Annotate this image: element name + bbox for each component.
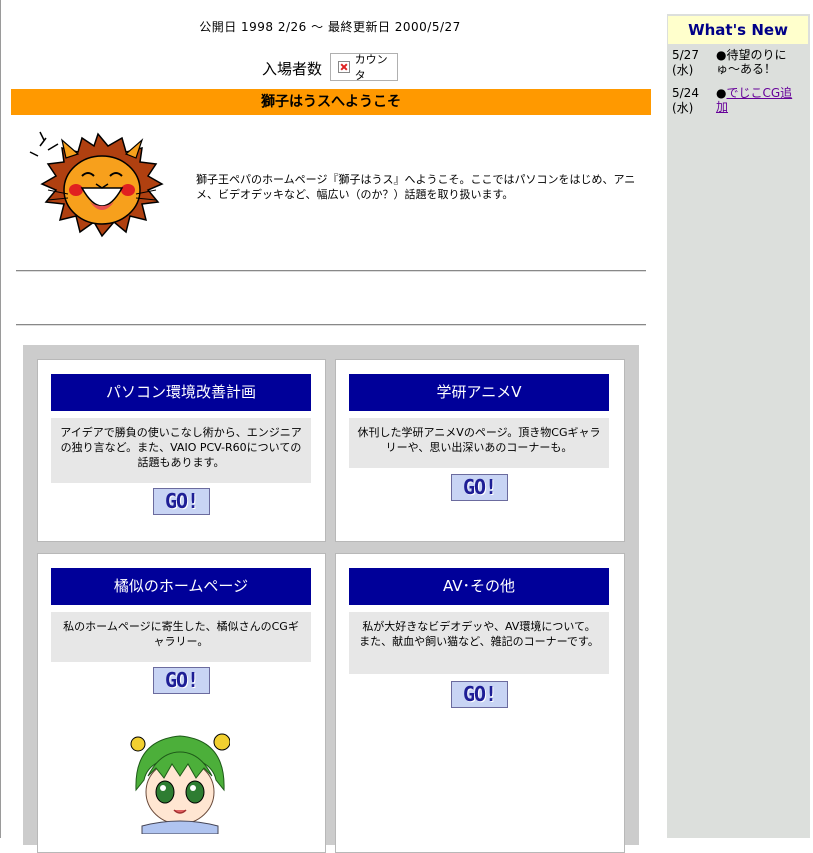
section-card-anime-v: 学研アニメV 休刊した学研アニメVのページ。頂き物CGギャラリーや、思い出深いあ… <box>335 359 625 542</box>
go-button-anime-v[interactable]: GO! <box>451 474 508 501</box>
news-weekday: (水) <box>672 101 694 115</box>
section-title-anime-v: 学研アニメV <box>349 374 609 411</box>
go-button-pc[interactable]: GO! <box>153 488 210 515</box>
lion-mascot-icon <box>29 131 164 238</box>
section-desc-av: 私が大好きなビデオデッや、AV環境について。また、献血や飼い猫など、雑記のコーナ… <box>349 612 609 674</box>
news-text: ●待望のりにゅ〜ある！ <box>716 48 804 76</box>
whats-new-sidebar: What's New 5/27 (水) ●待望のりにゅ〜ある！ 5/24 (水)… <box>667 14 810 838</box>
news-date: 5/24 <box>672 86 699 100</box>
divider-bottom <box>16 324 646 326</box>
broken-image-icon <box>338 61 350 73</box>
bullet-icon: ● <box>716 86 727 100</box>
main-content: 公開日 1998 2/26 〜 最終更新日 2000/5/27 入場者数 カウン… <box>0 0 660 853</box>
section-card-pc: パソコン環境改善計画 アイデアで勝負の使いこなし術から、エンジニアの独り言など。… <box>37 359 326 542</box>
section-desc-tachibana: 私のホームページに寄生した、橘似さんのCGギャラリー。 <box>51 612 311 662</box>
visitor-counter: カウンタ <box>330 53 398 82</box>
section-title-tachibana: 橘似のホームページ <box>51 568 311 605</box>
news-link-degiko-cg[interactable]: でじこCG追加 <box>716 86 792 114</box>
section-card-tachibana: 橘似のホームページ 私のホームページに寄生した、橘似さんのCGギャラリー。 GO… <box>37 553 326 853</box>
intro-text: 獅子王ペパのホームページ『獅子はうス』へようこそ。ここではパソコンをはじめ、アニ… <box>196 173 636 201</box>
go-button-tachibana[interactable]: GO! <box>153 667 210 694</box>
go-button-av[interactable]: GO! <box>451 681 508 708</box>
section-grid: パソコン環境改善計画 アイデアで勝負の使いこなし術から、エンジニアの独り言など。… <box>23 345 639 853</box>
whats-new-title: What's New <box>668 16 808 44</box>
news-text: ●でじこCG追加 <box>716 86 804 114</box>
counter-alt-text: カウンタ <box>354 53 388 82</box>
section-card-av: AV･その他 私が大好きなビデオデッや、AV環境について。また、献血や飼い猫など… <box>335 553 625 853</box>
news-weekday: (水) <box>672 63 694 77</box>
news-item-text: 待望のりにゅ〜ある！ <box>716 48 787 76</box>
section-desc-pc: アイデアで勝負の使いこなし術から、エンジニアの独り言など。また、VAIO PCV… <box>51 418 311 483</box>
section-title-pc: パソコン環境改善計画 <box>51 374 311 411</box>
left-border <box>0 0 1 838</box>
divider-top <box>16 270 646 272</box>
news-date: 5/27 <box>672 48 699 62</box>
dates-line: 公開日 1998 2/26 〜 最終更新日 2000/5/27 <box>199 20 461 34</box>
anime-girl-avatar[interactable] <box>130 730 230 834</box>
welcome-banner: 獅子はうスへようこそ <box>11 89 651 115</box>
section-desc-anime-v: 休刊した学研アニメVのページ。頂き物CGギャラリーや、思い出深いあのコーナーも。 <box>349 418 609 468</box>
bullet-icon: ● <box>716 48 727 62</box>
visitor-count-label: 入場者数 <box>262 60 323 78</box>
section-title-av: AV･その他 <box>349 568 609 605</box>
